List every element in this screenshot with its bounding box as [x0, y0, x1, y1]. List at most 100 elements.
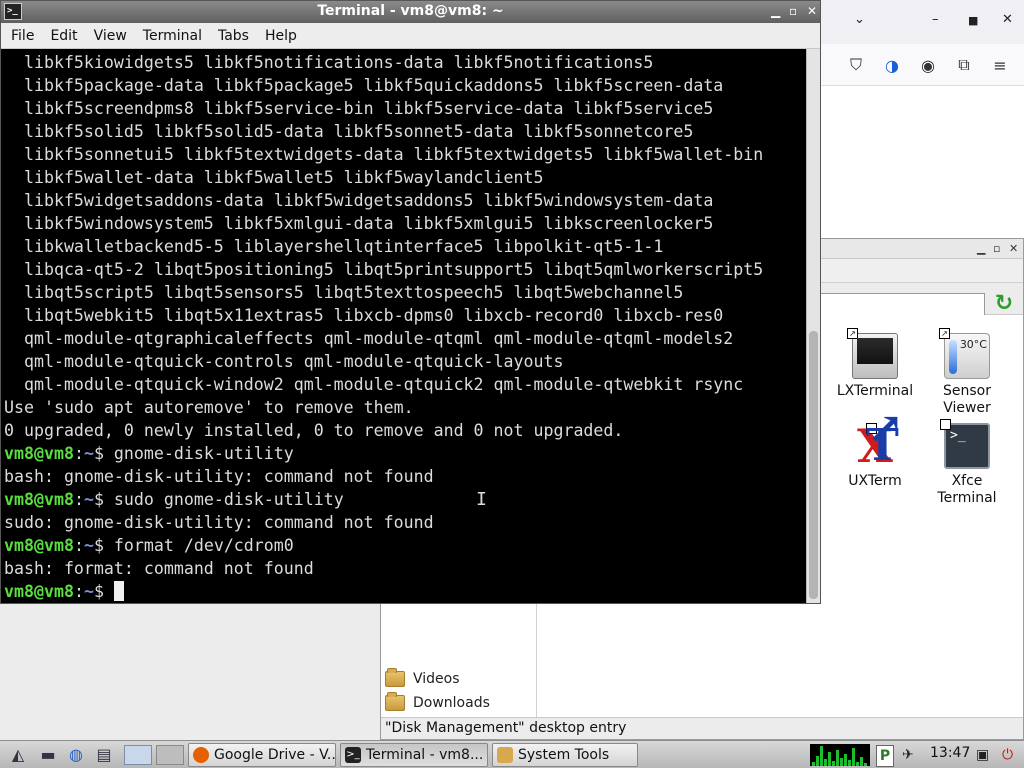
browser-toolbar: ⛉ ◑ ◉ ⧉ ≡: [820, 44, 1024, 86]
package-manager-icon[interactable]: P: [876, 745, 894, 767]
browser-titlebar: ⌄ – ■ ✕: [820, 0, 1024, 44]
app-icon-sensor-viewer[interactable]: ↗ 30°C Sensor Viewer: [912, 328, 1022, 417]
prompt-user: vm8@vm8: [4, 490, 74, 509]
taskbar: ◭ ▬ ◍ ▤ Google Drive - V... >_ Terminal …: [0, 740, 1024, 768]
maximize-icon[interactable]: ■: [968, 14, 978, 27]
output-line: 0 upgraded, 0 newly installed, 0 to remo…: [4, 421, 624, 440]
scrollbar-thumb[interactable]: [809, 331, 818, 599]
output-line: libkf5solid5 libkf5solid5-data libkf5son…: [4, 122, 694, 141]
prompt-sep: :: [73, 536, 84, 555]
prompt-sep: :: [73, 582, 84, 601]
status-bar: "Disk Management" desktop entry: [381, 717, 1023, 739]
app-icon-xfce-terminal[interactable]: ↗ >_ Xfce Terminal: [912, 419, 1022, 507]
terminal-output[interactable]: libkf5kiowidgets5 libkf5notifications-da…: [4, 51, 804, 603]
extensions-icon[interactable]: ⧉: [954, 55, 974, 75]
prompt-sep: :: [73, 444, 84, 463]
menu-edit[interactable]: Edit: [42, 28, 85, 44]
contrast-icon[interactable]: ◑: [882, 55, 902, 75]
app-icon-label: Sensor Viewer: [943, 383, 991, 416]
close-icon[interactable]: ✕: [807, 4, 817, 18]
desktop-icon[interactable]: ▬: [38, 745, 58, 765]
menu-tabs[interactable]: Tabs: [210, 28, 257, 44]
prompt-sym: $: [93, 444, 114, 463]
workspace-2-icon[interactable]: [156, 745, 184, 765]
pocket-icon[interactable]: ⛉: [846, 55, 866, 75]
minimize-icon[interactable]: –: [932, 12, 939, 27]
command-text: format /dev/cdrom0: [113, 536, 294, 555]
prompt-path: ~: [83, 444, 94, 463]
cpu-monitor-graph[interactable]: [810, 744, 870, 766]
menu-terminal[interactable]: Terminal: [135, 28, 210, 44]
power-icon[interactable]: ⏻: [1002, 745, 1013, 765]
output-line: libkf5screendpms8 libkf5service-bin libk…: [4, 99, 714, 118]
firefox-icon: [193, 747, 209, 763]
browser-page: [820, 86, 1024, 240]
output-line: libqca-qt5-2 libqt5positioning5 libqt5pr…: [4, 260, 764, 279]
menu-icon[interactable]: ≡: [990, 55, 1010, 75]
window-title: Terminal - vm8@vm8: ~: [317, 3, 504, 19]
terminal-titlebar[interactable]: >_ Terminal - vm8@vm8: ~ ▁ ▫ ✕: [1, 1, 820, 23]
prompt-line: vm8@vm8:~$: [4, 580, 804, 603]
sidebar-item-videos[interactable]: Videos: [385, 667, 460, 691]
go-arrow-icon[interactable]: ↻: [991, 291, 1017, 317]
output-line: libqt5script5 libqt5sensors5 libqt5textt…: [4, 283, 684, 302]
prompt-sym: $: [93, 490, 114, 509]
menu-view[interactable]: View: [86, 28, 135, 44]
prompt-path: ~: [83, 536, 94, 555]
folder-icon: [497, 747, 513, 763]
taskbar-item-label: Google Drive - V...: [214, 747, 336, 763]
shortcut-arrow-icon: ↗: [939, 328, 950, 339]
terminal-icon: >_: [345, 747, 361, 763]
menu-help[interactable]: Help: [257, 28, 305, 44]
maximize-icon[interactable]: ▫: [789, 4, 797, 18]
maximize-icon[interactable]: ▫: [993, 242, 1000, 255]
thermometer-icon: [949, 340, 957, 374]
workspace-1-icon[interactable]: [124, 745, 152, 765]
minimize-icon[interactable]: ▁: [771, 4, 780, 18]
output-line: libkf5widgetsaddons-data libkf5widgetsad…: [4, 191, 714, 210]
output-line: sudo: gnome-disk-utility: command not fo…: [4, 513, 434, 532]
taskbar-item-google-drive[interactable]: Google Drive - V...: [188, 743, 336, 767]
output-line: libkwalletbackend5-5 liblayershellqtinte…: [4, 237, 664, 256]
terminal-window[interactable]: >_ Terminal - vm8@vm8: ~ ▁ ▫ ✕ File Edit…: [0, 0, 821, 604]
taskbar-item-terminal[interactable]: >_ Terminal - vm8...: [340, 743, 488, 767]
output-line: qml-module-qtquick-controls qml-module-q…: [4, 352, 564, 371]
screen-lock-icon[interactable]: ▣: [976, 745, 989, 765]
close-icon[interactable]: ✕: [1009, 242, 1018, 255]
prompt-path: ~: [83, 490, 94, 509]
folder-icon: [385, 668, 405, 687]
terminal-scrollbar[interactable]: [806, 49, 820, 603]
output-line: bash: gnome-disk-utility: command not fo…: [4, 467, 434, 486]
tab-list-chevron-icon[interactable]: ⌄: [854, 12, 865, 27]
shortcut-arrow-icon: ↗: [940, 419, 951, 430]
network-icon[interactable]: ✈: [902, 745, 914, 765]
file-manager-icon[interactable]: ▤: [94, 745, 114, 765]
output-line: libkf5sonnetui5 libkf5textwidgets-data l…: [4, 145, 764, 164]
taskbar-item-system-tools[interactable]: System Tools: [492, 743, 638, 767]
prompt-sym: $: [93, 536, 114, 555]
app-icon-label: Xfce Terminal: [937, 473, 997, 506]
web-browser-icon[interactable]: ◍: [66, 745, 86, 765]
text-cursor-icon: I: [476, 489, 487, 510]
account-icon[interactable]: ◉: [918, 55, 938, 75]
prompt-line: vm8@vm8:~$ format /dev/cdrom0: [4, 534, 804, 557]
close-icon[interactable]: ✕: [1002, 12, 1013, 27]
minimize-icon[interactable]: ▁: [977, 242, 985, 255]
location-input[interactable]: [817, 293, 985, 317]
output-line: bash: format: command not found: [4, 559, 314, 578]
output-line: libkf5package-data libkf5package5 libkf5…: [4, 76, 724, 95]
block-cursor: [113, 581, 124, 601]
shortcut-arrow-icon: ↗: [847, 328, 858, 339]
output-line: qml-module-qtquick-window2 qml-module-qt…: [4, 375, 744, 394]
prompt-line: vm8@vm8:~$ sudo gnome-disk-utility: [4, 488, 804, 511]
output-line: libkf5kiowidgets5 libkf5notifications-da…: [4, 53, 654, 72]
prompt-user: vm8@vm8: [4, 536, 74, 555]
start-menu-icon[interactable]: ◭: [8, 745, 28, 765]
sidebar-item-downloads[interactable]: Downloads: [385, 691, 490, 715]
clock[interactable]: 13:47: [930, 745, 970, 761]
menu-file[interactable]: File: [3, 28, 42, 44]
output-line: libqt5webkit5 libqt5x11extras5 libxcb-dp…: [4, 306, 724, 325]
prompt-line: vm8@vm8:~$ gnome-disk-utility: [4, 442, 804, 465]
temperature-badge: 30°C: [959, 338, 987, 351]
sidebar-item-label: Downloads: [413, 695, 490, 711]
